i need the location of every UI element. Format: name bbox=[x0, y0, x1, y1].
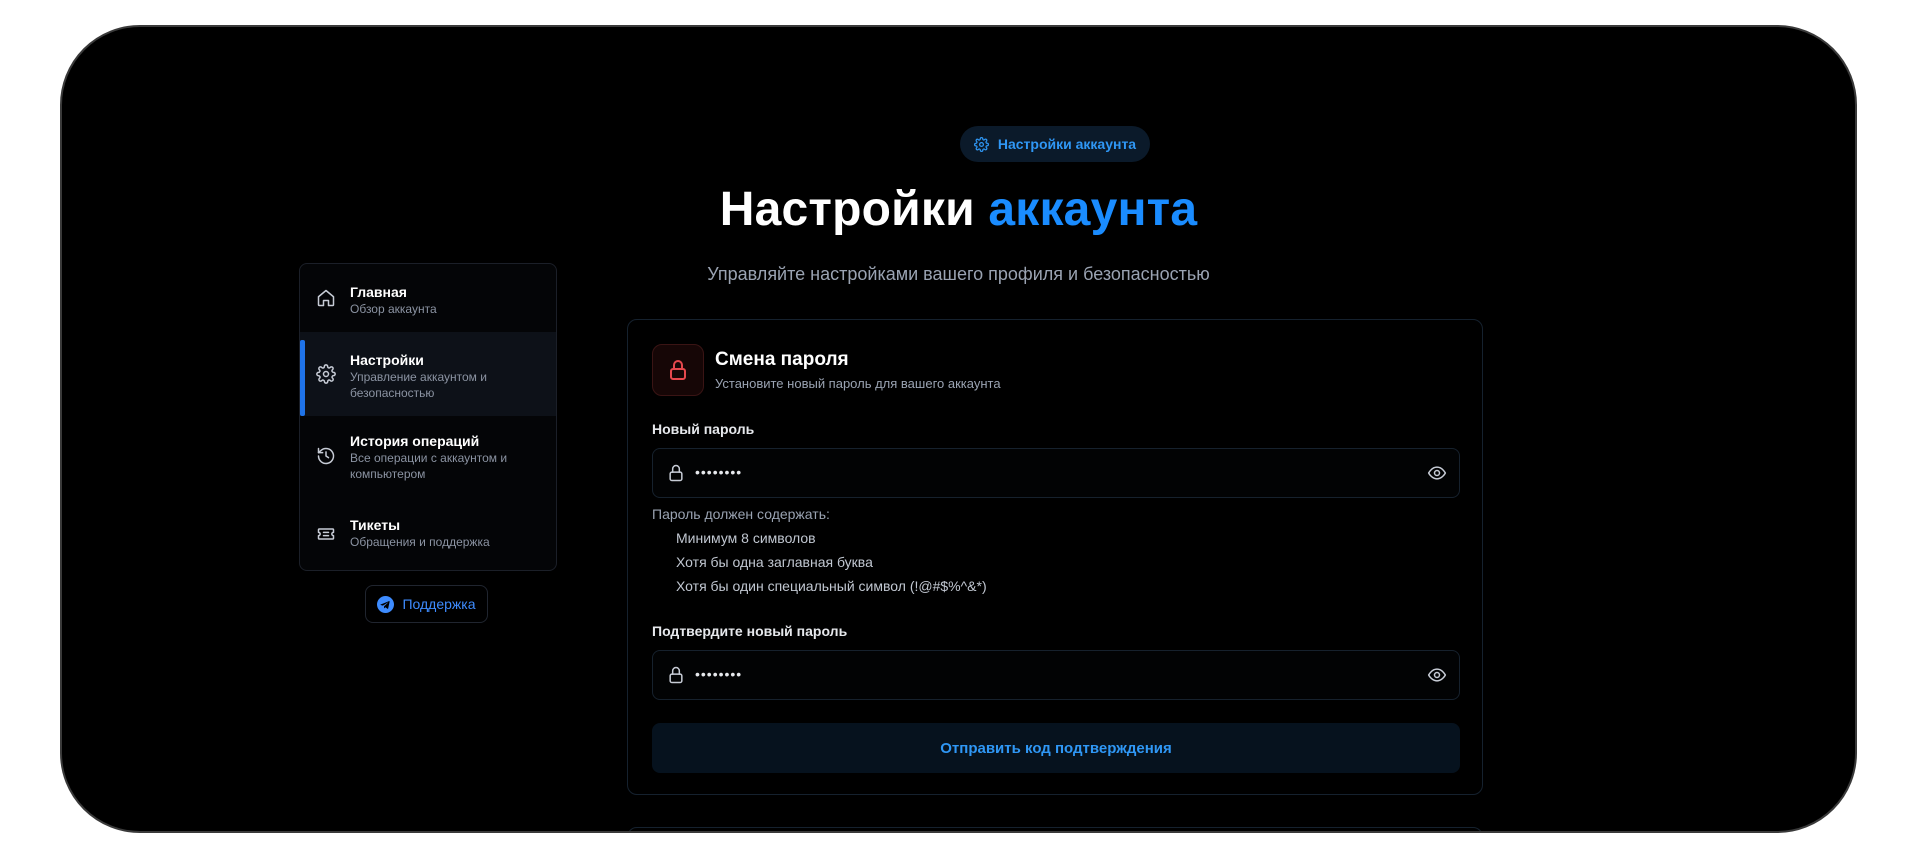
sidebar-item-title: Настройки bbox=[350, 352, 424, 368]
lock-icon bbox=[666, 463, 686, 483]
confirm-password-field[interactable]: •••••••• bbox=[652, 650, 1460, 700]
app-window: Настройки аккаунта Настройки аккаунта Уп… bbox=[60, 25, 1857, 833]
password-requirement: Минимум 8 символов bbox=[676, 530, 816, 546]
sidebar-item-title: История операций bbox=[350, 433, 480, 449]
section-pill-label: Настройки аккаунта bbox=[997, 136, 1137, 152]
active-indicator bbox=[300, 340, 305, 416]
ticket-icon bbox=[316, 524, 336, 544]
show-password-eye-icon[interactable] bbox=[1427, 665, 1447, 685]
confirm-password-label: Подтвердите новый пароль bbox=[652, 623, 848, 639]
lock-icon bbox=[666, 665, 686, 685]
sidebar-item-desc: Все операции с аккаунтом и компьютером bbox=[350, 451, 508, 481]
show-password-eye-icon[interactable] bbox=[1427, 463, 1447, 483]
sidebar-item-settings[interactable]: Настройки Управление аккаунтом и безопас… bbox=[300, 332, 556, 416]
password-change-card: Смена пароля Установите новый пароль для… bbox=[627, 319, 1483, 795]
new-password-value: •••••••• bbox=[695, 464, 743, 480]
card-title: Смена пароля bbox=[715, 349, 849, 370]
sidebar-item-desc: Управление аккаунтом и безопасностью bbox=[350, 370, 487, 400]
sidebar-item-title: Главная bbox=[350, 284, 407, 300]
gear-icon bbox=[973, 136, 989, 152]
page-title: Настройки аккаунта bbox=[62, 182, 1855, 237]
gear-icon bbox=[316, 364, 336, 384]
new-password-field[interactable]: •••••••• bbox=[652, 448, 1460, 498]
sidebar-item-desc: Обращения и поддержка bbox=[350, 535, 490, 549]
support-button-label: Поддержка bbox=[402, 596, 476, 612]
lock-icon bbox=[670, 360, 686, 380]
card-subtitle: Установите новый пароль для вашего аккау… bbox=[715, 376, 1001, 391]
sidebar-item-title: Тикеты bbox=[350, 517, 401, 533]
home-icon bbox=[316, 288, 336, 308]
section-pill: Настройки аккаунта bbox=[960, 126, 1150, 162]
telegram-icon bbox=[377, 595, 395, 613]
sidebar-item-desc: Обзор аккаунта bbox=[350, 302, 437, 316]
confirm-password-value: •••••••• bbox=[695, 666, 743, 682]
send-code-button[interactable]: Отправить код подтверждения bbox=[652, 723, 1460, 773]
new-password-label: Новый пароль bbox=[652, 421, 755, 437]
history-icon bbox=[316, 446, 336, 466]
sidebar-item-tickets[interactable]: Тикеты Обращения и поддержка bbox=[300, 500, 556, 570]
next-card bbox=[627, 827, 1483, 831]
support-button[interactable]: Поддержка bbox=[365, 585, 488, 623]
password-requirement: Хотя бы одна заглавная буква bbox=[676, 554, 873, 570]
page-title-main: Настройки bbox=[719, 183, 975, 236]
sidebar-item-home[interactable]: Главная Обзор аккаунта bbox=[300, 264, 556, 332]
sidebar: Главная Обзор аккаунта Настройки Управле… bbox=[299, 263, 557, 571]
password-requirements-title: Пароль должен содержать: bbox=[652, 506, 830, 522]
password-requirement: Хотя бы один специальный символ (!@#$%^&… bbox=[676, 578, 987, 594]
lock-badge bbox=[652, 344, 704, 396]
page-title-accent: аккаунта bbox=[988, 183, 1198, 236]
sidebar-item-history[interactable]: История операций Все операции с аккаунто… bbox=[300, 416, 556, 500]
